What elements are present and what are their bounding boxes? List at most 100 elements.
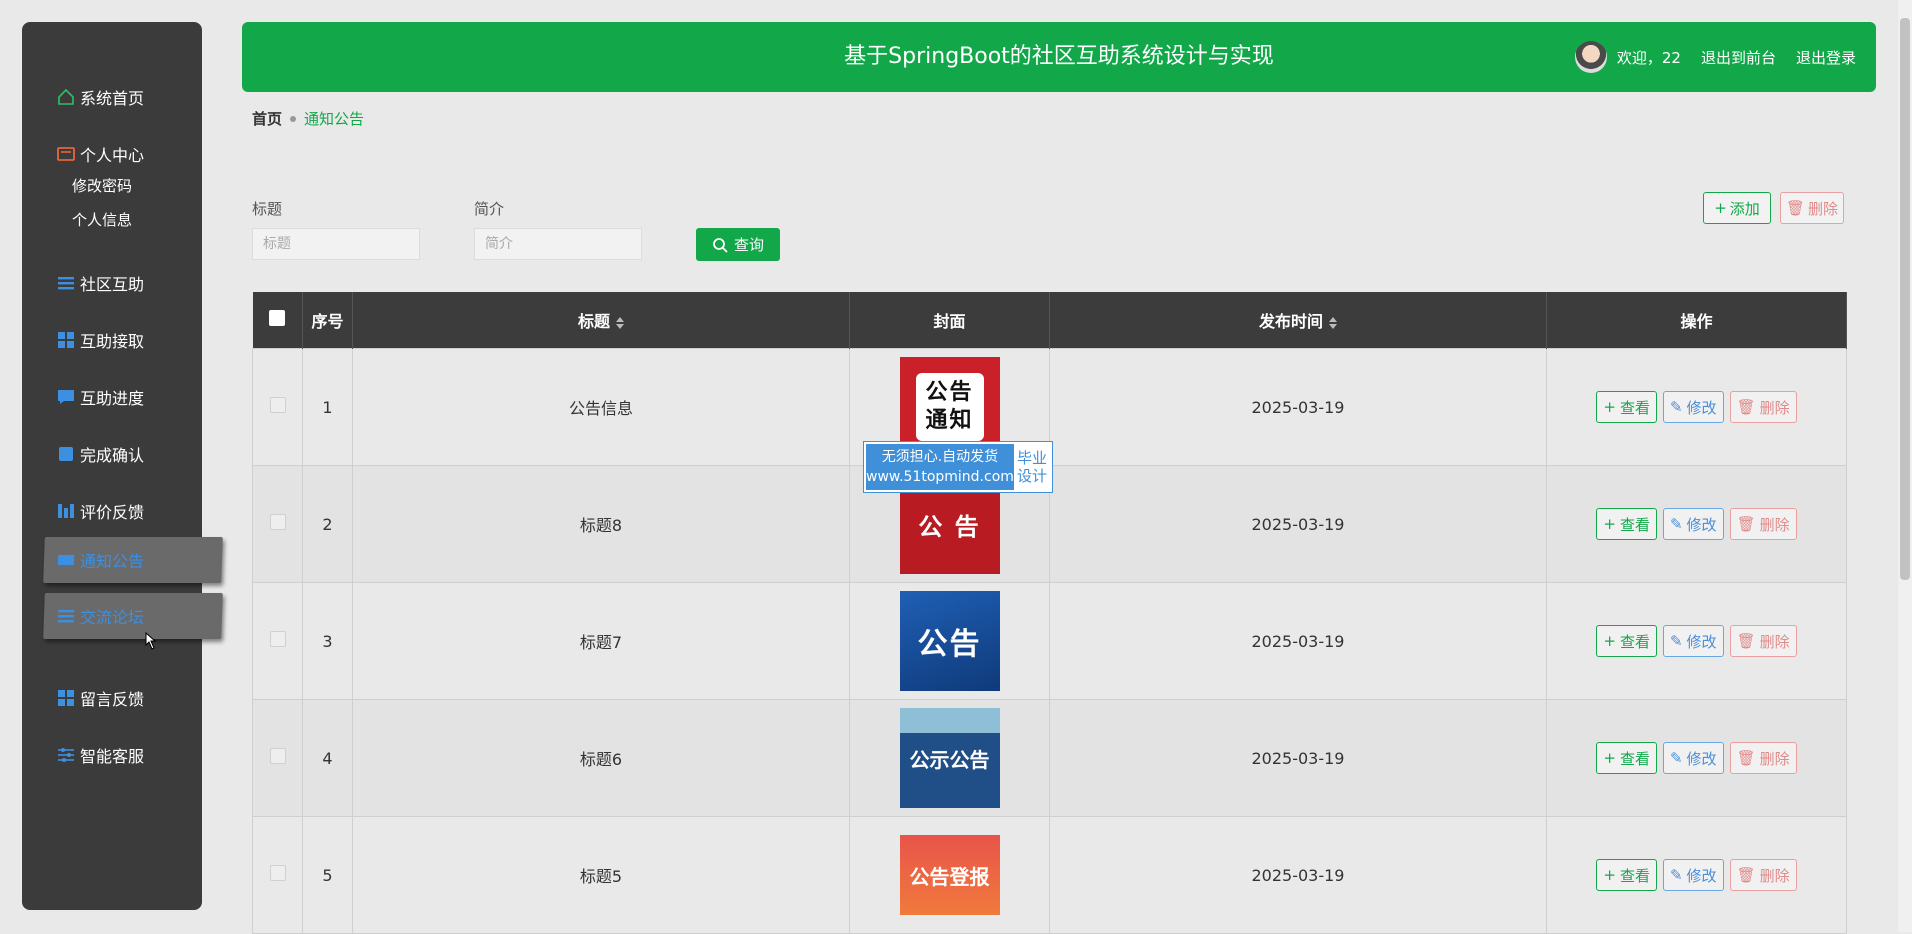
add-button[interactable]: + 添加 — [1703, 192, 1771, 224]
row-checkbox[interactable] — [269, 514, 286, 530]
logout-link[interactable]: 退出登录 — [1796, 47, 1856, 68]
cover-image: 公示公告 — [899, 708, 1000, 808]
view-label: 查看 — [1619, 515, 1650, 534]
pencil-icon: ✎ — [1669, 866, 1683, 884]
search-icon — [713, 237, 728, 253]
edit-button[interactable]: ✎ 修改 — [1662, 742, 1724, 774]
sidebar-item-smart-service[interactable]: 智能客服 — [22, 738, 144, 772]
row-checkbox[interactable] — [269, 397, 286, 413]
edit-label: 修改 — [1686, 515, 1717, 534]
delete-label: 删除 — [1759, 866, 1790, 885]
sidebar-item-label: 系统首页 — [80, 89, 145, 108]
view-label: 查看 — [1619, 632, 1650, 651]
view-button[interactable]: + 查看 — [1596, 859, 1657, 891]
sidebar-item-help-progress[interactable]: 互助进度 — [22, 380, 144, 414]
row-index: 3 — [302, 582, 353, 700]
sidebar-subitem-personal-info[interactable]: 个人信息 — [72, 209, 132, 230]
row-title: 标题7 — [352, 582, 850, 700]
plus-icon: + — [1603, 632, 1616, 650]
sidebar-subitem-change-password[interactable]: 修改密码 — [72, 175, 132, 196]
watermark-line2: www.51topmind.com — [866, 469, 1014, 485]
sidebar-item-forum[interactable]: 交流论坛 — [43, 593, 223, 639]
view-button[interactable]: + 查看 — [1596, 742, 1657, 774]
column-header-title[interactable]: 标题 — [352, 292, 850, 349]
column-header-date[interactable]: 发布时间 — [1049, 292, 1547, 349]
row-index: 1 — [302, 348, 353, 466]
sidebar-item-message-feedback[interactable]: 留言反馈 — [22, 681, 144, 715]
exit-to-front-link[interactable]: 退出到前台 — [1701, 47, 1776, 68]
row-title: 公告信息 — [352, 348, 850, 466]
column-header-date-text: 发布时间 — [1258, 312, 1323, 331]
delete-button[interactable]: 🗑 删除 — [1729, 625, 1797, 657]
trash-icon: 🗑 — [1785, 199, 1806, 217]
list-icon — [56, 273, 76, 293]
mouse-pointer-icon — [145, 632, 157, 650]
sidebar-item-community-help[interactable]: 社区互助 — [22, 266, 144, 300]
select-all-checkbox[interactable] — [269, 310, 286, 326]
cover-image: 公告登报 — [899, 835, 1000, 915]
delete-button[interactable]: 🗑 删除 — [1729, 391, 1797, 423]
row-date: 2025-03-19 — [1049, 699, 1547, 817]
vertical-scrollbar[interactable] — [1898, 0, 1912, 932]
sidebar-item-review-feedback[interactable]: 评价反馈 — [22, 494, 144, 528]
select-all-cell — [252, 292, 303, 349]
batch-delete-button[interactable]: 🗑 删除 — [1780, 192, 1844, 224]
row-date: 2025-03-19 — [1049, 465, 1547, 583]
add-button-label: 添加 — [1729, 199, 1760, 218]
row-checkbox[interactable] — [269, 865, 286, 881]
trash-icon: 🗑 — [1736, 398, 1756, 416]
ticket-icon — [56, 550, 77, 570]
intro-filter-label: 简介 — [474, 200, 505, 218]
chat-icon — [56, 387, 76, 407]
intro-search-input[interactable] — [474, 228, 642, 260]
query-button-label: 查询 — [733, 237, 764, 254]
view-label: 查看 — [1619, 866, 1650, 885]
watermark-tag2: 设计 — [1016, 467, 1047, 485]
sidebar-item-completion-confirm[interactable]: 完成确认 — [22, 437, 144, 471]
table-row: 3 标题7 公告 2025-03-19 + 查看 ✎ 修改 🗑 删除 — [252, 582, 1847, 700]
sidebar-item-label: 交流论坛 — [79, 608, 145, 627]
trash-icon: 🗑 — [1736, 632, 1756, 650]
sidebar-item-help-accept[interactable]: 互助接取 — [22, 323, 144, 357]
title-search-input[interactable] — [252, 228, 420, 260]
table-row: 5 标题5 公告登报 2025-03-19 + 查看 ✎ 修改 🗑 删除 — [252, 816, 1847, 934]
title-filter-label: 标题 — [252, 200, 283, 218]
row-date: 2025-03-19 — [1049, 348, 1547, 466]
delete-button[interactable]: 🗑 删除 — [1729, 859, 1797, 891]
notice-table: 序号 标题 封面 发布时间 操作 1 公告信息 公告通知 2025-03-19 … — [252, 292, 1847, 934]
view-button[interactable]: + 查看 — [1596, 391, 1657, 423]
edit-button[interactable]: ✎ 修改 — [1662, 508, 1724, 540]
delete-button[interactable]: 🗑 删除 — [1729, 742, 1797, 774]
sidebar-item-notice[interactable]: 通知公告 — [43, 537, 223, 583]
view-label: 查看 — [1619, 398, 1650, 417]
edit-button[interactable]: ✎ 修改 — [1662, 391, 1724, 423]
edit-button[interactable]: ✎ 修改 — [1662, 859, 1724, 891]
view-button[interactable]: + 查看 — [1596, 625, 1657, 657]
breadcrumb-home[interactable]: 首页 — [252, 108, 282, 129]
delete-button-label: 删除 — [1808, 199, 1839, 218]
sidebar-item-home[interactable]: 系统首页 — [22, 80, 144, 114]
cover-image: 公告 — [899, 591, 1000, 691]
plus-icon: + — [1603, 398, 1616, 416]
scrollbar-thumb[interactable] — [1900, 18, 1910, 580]
sidebar-item-label: 完成确认 — [80, 446, 145, 465]
delete-label: 删除 — [1759, 632, 1790, 651]
cover-text: 公 告 — [918, 512, 981, 541]
edit-button[interactable]: ✎ 修改 — [1662, 625, 1724, 657]
sidebar-item-profile[interactable]: 个人中心 — [22, 137, 144, 171]
table-header-row: 序号 标题 封面 发布时间 操作 — [252, 292, 1847, 349]
delete-label: 删除 — [1759, 749, 1790, 768]
top-header: 基于SpringBoot的社区互助系统设计与实现 欢迎，22 退出到前台 退出登… — [242, 22, 1876, 92]
delete-button[interactable]: 🗑 删除 — [1729, 508, 1797, 540]
row-checkbox[interactable] — [269, 631, 286, 647]
row-checkbox[interactable] — [269, 748, 286, 764]
trash-icon: 🗑 — [1736, 749, 1756, 767]
watermark-tag1: 毕业 — [1016, 449, 1047, 467]
cover-text: 公告 — [917, 627, 982, 662]
header-user-area: 欢迎，22 退出到前台 退出登录 — [1574, 22, 1856, 92]
pencil-icon: ✎ — [1669, 515, 1683, 533]
row-index: 2 — [302, 465, 353, 583]
query-button[interactable]: 查询 — [696, 228, 780, 261]
view-button[interactable]: + 查看 — [1596, 508, 1657, 540]
pencil-icon: ✎ — [1669, 398, 1683, 416]
